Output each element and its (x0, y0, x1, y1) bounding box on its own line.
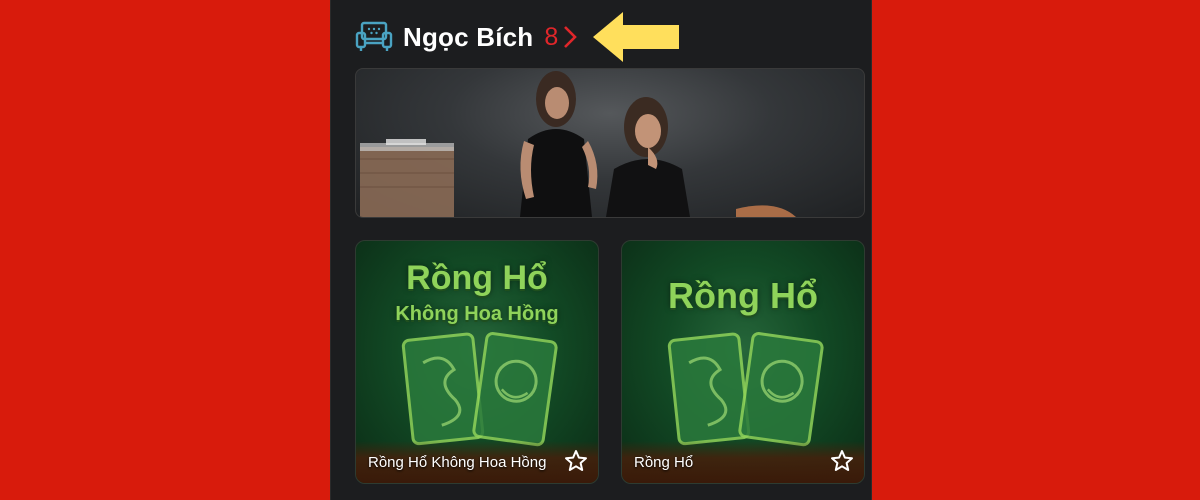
game-name: Rồng Hổ Không Hoa Hồng (368, 454, 547, 471)
section-count: 8 (544, 22, 559, 51)
game-card[interactable]: Rồng Hổ Không Hoa Hồng Rồng Hổ Không Hoa… (355, 240, 599, 484)
chevron-right-icon[interactable] (562, 24, 578, 50)
star-icon[interactable] (830, 449, 854, 473)
star-icon[interactable] (564, 449, 588, 473)
card-art-title: Rồng Hổ (406, 259, 548, 297)
game-name: Rồng Hổ (634, 454, 694, 471)
card-art-subtitle: Không Hoa Hồng (395, 303, 559, 325)
sofa-icon (355, 21, 393, 51)
section-title: Ngọc Bích (403, 21, 534, 52)
game-card[interactable]: Rồng Hổ Rồng Hổ (621, 240, 865, 484)
live-dealer-banner[interactable] (355, 68, 865, 218)
section-header[interactable]: Ngọc Bích 8 (355, 20, 578, 54)
game-section-panel: Ngọc Bích 8 Rồng Hổ Không Hoa Hồng Rồng … (330, 0, 872, 500)
card-art-title: Rồng Hổ (668, 275, 818, 316)
arrow-left-icon (593, 12, 679, 62)
banner-image (360, 71, 796, 217)
